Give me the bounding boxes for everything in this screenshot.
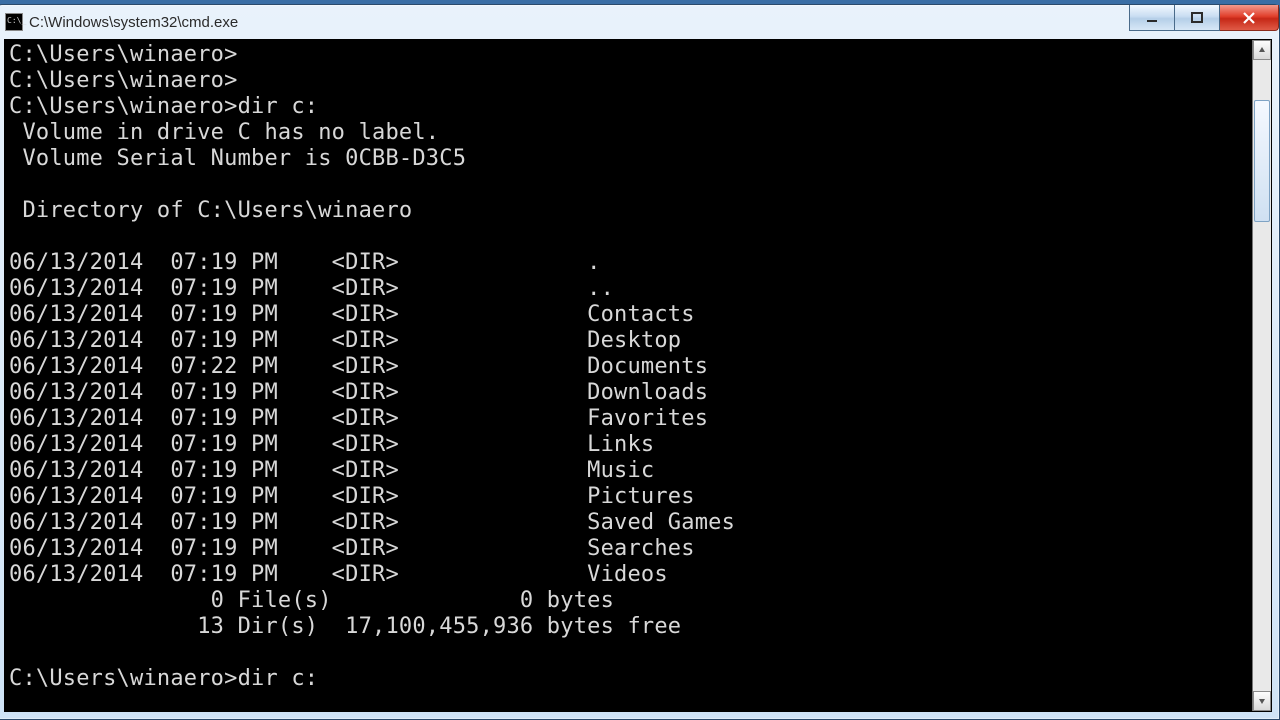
console-output[interactable]: C:\Users\winaero> C:\Users\winaero> C:\U…: [5, 40, 1252, 711]
scroll-track[interactable]: [1253, 60, 1271, 691]
scroll-thumb[interactable]: [1254, 100, 1270, 222]
window-controls: [1129, 5, 1279, 30]
client-area: C:\Users\winaero> C:\Users\winaero> C:\U…: [4, 39, 1272, 712]
window-title: C:\Windows\system32\cmd.exe: [29, 14, 238, 31]
titlebar[interactable]: C:\Windows\system32\cmd.exe: [0, 5, 1279, 39]
cmd-icon: [5, 13, 23, 31]
maximize-button[interactable]: [1175, 5, 1220, 31]
cmd-window: C:\Windows\system32\cmd.exe C:\Users\win…: [0, 4, 1280, 720]
vertical-scrollbar[interactable]: [1252, 40, 1271, 711]
scroll-up-button[interactable]: [1253, 40, 1271, 60]
minimize-button[interactable]: [1129, 5, 1175, 31]
scroll-down-button[interactable]: [1253, 691, 1271, 711]
close-button[interactable]: [1220, 5, 1279, 31]
